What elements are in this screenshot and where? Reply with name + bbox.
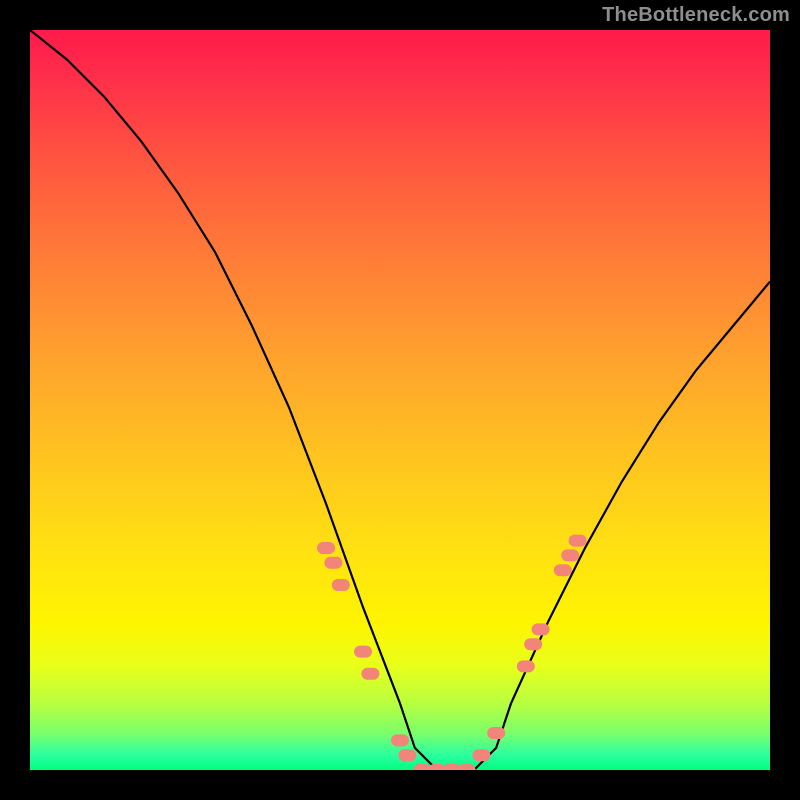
curve-marker [354,646,372,658]
curve-marker [391,734,409,746]
curve-marker [561,549,579,561]
chart-frame: TheBottleneck.com [0,0,800,800]
bottleneck-curve-svg [30,30,770,770]
curve-marker [524,638,542,650]
curve-marker [472,749,490,761]
curve-marker [517,660,535,672]
curve-marker [487,727,505,739]
curve-marker [317,542,335,554]
curve-marker [398,749,416,761]
curve-marker [458,764,476,770]
curve-marker [332,579,350,591]
plot-area [30,30,770,770]
watermark-text: TheBottleneck.com [602,4,790,27]
curve-marker [569,535,587,547]
curve-marker [532,623,550,635]
bottleneck-curve [30,30,770,770]
curve-marker [324,557,342,569]
curve-marker [554,564,572,576]
curve-marker [361,668,379,680]
